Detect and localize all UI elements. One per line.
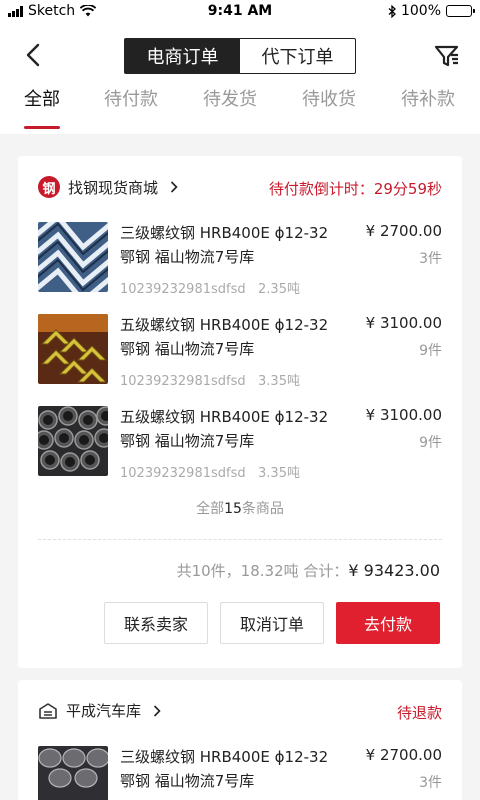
product-warehouse: 鄂钢 福山物流7号库 <box>120 248 255 266</box>
store-logo-icon: 钢 <box>38 176 60 198</box>
product-item[interactable]: 三级螺纹钢 HRB400E ϕ12-32 鄂钢 福山物流7号库 ¥ 2700.0… <box>38 746 442 800</box>
product-quantity: 9件 <box>419 435 442 451</box>
battery-percent: 100% <box>400 3 441 19</box>
product-weight: 3.35吨 <box>258 466 300 481</box>
order-card[interactable]: 平成汽车库 待退款 三级螺纹钢 HRB400E ϕ12-32 鄂钢 福山物流7号… <box>18 680 462 800</box>
product-meta: 10239232981sdfsd 3.35吨 <box>120 370 300 389</box>
pay-button[interactable]: 去付款 <box>336 602 440 644</box>
order-status-tabs: 全部 待付款 待发货 待收货 待补款 <box>0 88 480 134</box>
bluetooth-icon <box>388 4 396 18</box>
nav-bar: 电商订单 代下订单 <box>0 24 480 88</box>
store-name: 找钢现货商城 <box>68 178 159 197</box>
tab-pending-shipment[interactable]: 待发货 <box>203 88 257 134</box>
tab-pending-supplement[interactable]: 待补款 <box>401 88 455 134</box>
chevron-right-icon <box>153 704 161 717</box>
payment-countdown: 待付款倒计时：29分59秒 <box>268 180 442 198</box>
active-tab-indicator <box>24 126 60 129</box>
product-item[interactable]: 三级螺纹钢 HRB400E ϕ12-32 鄂钢 福山物流7号库 10239232… <box>38 222 442 297</box>
order-status: 待退款 <box>396 704 442 722</box>
segment-ecommerce-orders[interactable]: 电商订单 <box>125 39 240 73</box>
all-count-number: 15 <box>224 501 242 517</box>
product-warehouse: 鄂钢 福山物流7号库 <box>120 772 255 790</box>
order-card[interactable]: 钢 找钢现货商城 待付款倒计时：29分59秒 三级螺纹钢 HRB400E ϕ12… <box>18 156 462 668</box>
product-image-steel-pipe <box>38 406 108 476</box>
product-image-angle-steel <box>38 314 108 384</box>
product-weight: 3.35吨 <box>258 374 300 389</box>
order-total: ¥ 93423.00 <box>348 561 440 580</box>
product-quantity: 9件 <box>419 343 442 359</box>
order-type-switch: 电商订单 代下订单 <box>124 38 356 74</box>
product-price: ¥ 2700.00 <box>365 746 442 764</box>
status-bar: Sketch 9:41 AM 100% <box>0 0 480 24</box>
all-count-prefix: 全部 <box>196 501 225 517</box>
warehouse-icon <box>39 702 57 719</box>
product-quantity: 3件 <box>419 251 442 267</box>
product-warehouse: 鄂钢 福山物流7号库 <box>120 340 255 358</box>
product-name: 三级螺纹钢 HRB400E ϕ12-32 <box>120 748 329 766</box>
battery-icon <box>446 5 475 17</box>
chevron-right-icon <box>170 181 178 193</box>
summary-text: 共10件，18.32吨 合计： <box>176 562 349 580</box>
product-image-steel-coil <box>38 746 108 800</box>
product-price: ¥ 3100.00 <box>365 314 442 332</box>
cancel-order-button[interactable]: 取消订单 <box>220 602 324 644</box>
product-warehouse: 鄂钢 福山物流7号库 <box>120 432 255 450</box>
order-summary: 共10件，18.32吨 合计：¥ 93423.00 <box>177 560 440 581</box>
status-right: 100% <box>388 3 475 19</box>
product-meta: 10239232981sdfsd 3.35吨 <box>120 462 300 481</box>
product-code: 10239232981sdfsd <box>120 466 246 481</box>
product-item[interactable]: 五级螺纹钢 HRB400E ϕ12-32 鄂钢 福山物流7号库 10239232… <box>38 406 442 481</box>
view-all-products-link[interactable]: 全部15条商品 <box>18 498 462 518</box>
product-code: 10239232981sdfsd <box>120 374 246 389</box>
product-name: 五级螺纹钢 HRB400E ϕ12-32 <box>120 316 329 334</box>
back-arrow-icon[interactable] <box>22 42 46 68</box>
filter-icon[interactable] <box>434 43 460 67</box>
product-name: 五级螺纹钢 HRB400E ϕ12-32 <box>120 408 329 426</box>
product-code: 10239232981sdfsd <box>120 282 246 297</box>
all-count-suffix: 条商品 <box>241 501 284 517</box>
store-link[interactable]: 钢 找钢现货商城 <box>38 176 178 198</box>
tab-pending-payment[interactable]: 待付款 <box>104 88 158 134</box>
product-item[interactable]: 五级螺纹钢 HRB400E ϕ12-32 鄂钢 福山物流7号库 10239232… <box>38 314 442 389</box>
divider <box>38 539 442 540</box>
contact-seller-button[interactable]: 联系卖家 <box>104 602 208 644</box>
store-link[interactable]: 平成汽车库 <box>38 700 161 721</box>
segment-proxy-orders[interactable]: 代下订单 <box>240 39 355 73</box>
product-weight: 2.35吨 <box>258 282 300 297</box>
tab-pending-receipt[interactable]: 待收货 <box>302 88 356 134</box>
product-quantity: 3件 <box>419 775 442 791</box>
product-price: ¥ 2700.00 <box>365 222 442 240</box>
product-name: 三级螺纹钢 HRB400E ϕ12-32 <box>120 224 329 242</box>
store-name: 平成汽车库 <box>66 702 142 720</box>
product-image-rebar <box>38 222 108 292</box>
product-meta: 10239232981sdfsd 2.35吨 <box>120 278 300 297</box>
product-price: ¥ 3100.00 <box>365 406 442 424</box>
